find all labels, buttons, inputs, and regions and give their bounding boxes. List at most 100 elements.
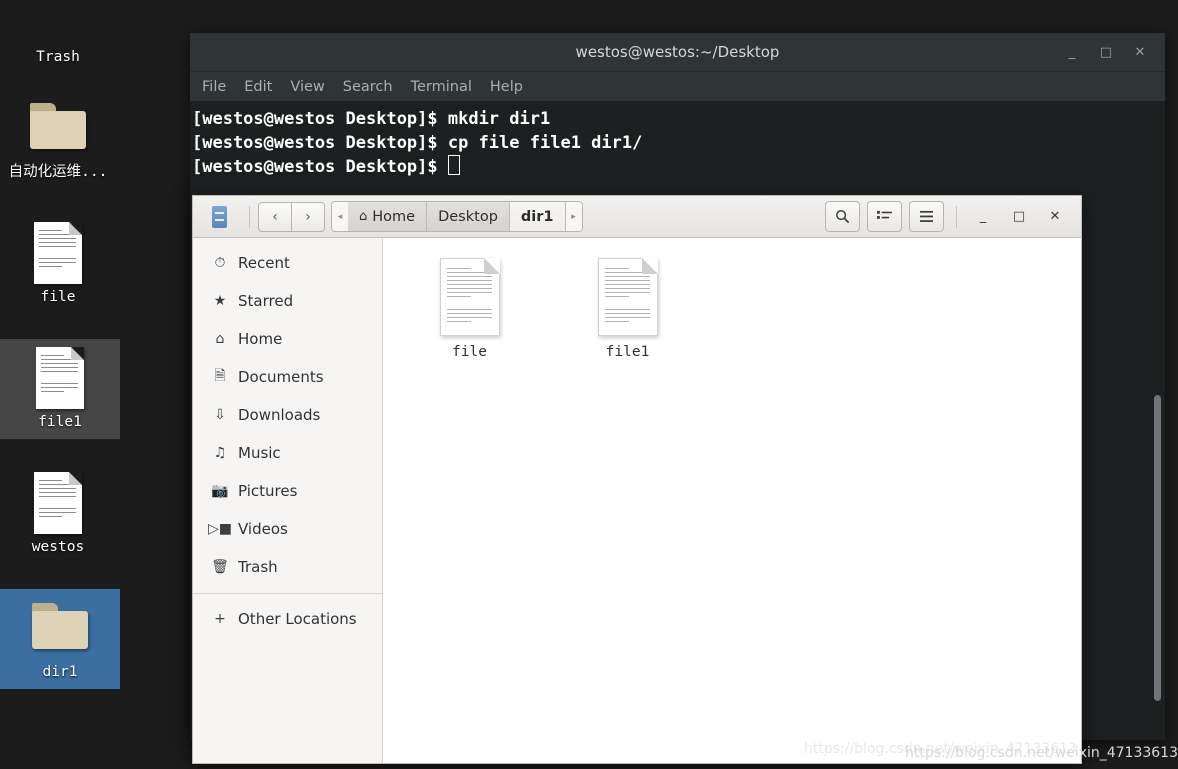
download-icon: ⇩ xyxy=(214,407,226,423)
document-icon xyxy=(0,220,118,286)
sidebar-item-label: Trash xyxy=(238,558,278,576)
sidebar-item-label: Music xyxy=(238,444,281,462)
document-icon: 🗎 xyxy=(214,368,226,384)
file-item-file1[interactable]: file1 xyxy=(575,252,680,360)
document-lines xyxy=(446,268,492,325)
desktop-icon-file1[interactable]: file1 xyxy=(0,339,120,439)
trash-icon: 🗑 xyxy=(211,559,229,575)
forward-button[interactable]: › xyxy=(291,201,325,232)
sidebar-item-other-locations[interactable]: + Other Locations xyxy=(193,600,382,638)
navigation-buttons: ‹ › xyxy=(258,201,325,232)
terminal-menubar[interactable]: File Edit View Search Terminal Help xyxy=(190,72,1165,102)
desktop-icon-dir1[interactable]: dir1 xyxy=(0,589,120,689)
file-manager-sidebar[interactable]: ⏱ Recent ★ Starred ⌂ Home 🗎 Documents ⇩ xyxy=(193,238,383,763)
fm-close-button[interactable]: ✕ xyxy=(1037,202,1073,232)
folder-icon xyxy=(0,95,118,161)
folder-icon xyxy=(0,595,120,661)
sidebar-item-starred[interactable]: ★ Starred xyxy=(193,282,382,320)
file-item-label: file1 xyxy=(605,344,650,360)
desktop-icon-label: file1 xyxy=(38,414,82,430)
menu-item-file[interactable]: File xyxy=(202,79,226,95)
watermark-overlay: https://blog.csdn.net/weixin_47133613 xyxy=(904,745,1178,761)
sidebar-item-pictures[interactable]: 📷 Pictures xyxy=(193,472,382,510)
terminal-close-button[interactable]: ✕ xyxy=(1123,33,1157,71)
file-manager-window[interactable]: ‹ › ◂ ⌂ Home Desktop dir1 ▸ _ □ ✕ ⏱ Rece… xyxy=(192,195,1082,764)
terminal-prompt-text: [westos@westos Desktop]$ xyxy=(192,157,448,177)
desktop-icon-file[interactable]: file xyxy=(0,214,118,306)
terminal-cursor xyxy=(447,155,460,175)
document-lines xyxy=(604,268,650,325)
list-view-icon[interactable] xyxy=(867,201,902,232)
screen-root: Trash 自动化运维... file file1 westos dir1 we… xyxy=(0,0,1178,769)
home-icon: ⌂ xyxy=(215,331,225,347)
header-separator xyxy=(249,205,250,228)
document-icon xyxy=(439,258,500,336)
clock-icon: ⏱ xyxy=(214,255,226,271)
sidebar-item-downloads[interactable]: ⇩ Downloads xyxy=(193,396,382,434)
file-item-label: file xyxy=(452,344,487,360)
files-cabinet-icon xyxy=(209,204,231,230)
terminal-titlebar[interactable]: westos@westos:~/Desktop _ □ ✕ xyxy=(190,33,1165,72)
star-icon: ★ xyxy=(213,293,227,309)
sidebar-item-label: Downloads xyxy=(238,406,321,424)
hamburger-icon[interactable] xyxy=(909,201,944,232)
home-icon: ⌂ xyxy=(359,209,368,224)
sidebar-item-label: Starred xyxy=(238,292,294,310)
breadcrumb-item-dir1[interactable]: dir1 xyxy=(509,202,566,231)
menu-item-view[interactable]: View xyxy=(290,79,324,95)
menu-item-search[interactable]: Search xyxy=(343,79,393,95)
breadcrumb-item-desktop[interactable]: Desktop xyxy=(427,202,510,231)
fm-maximize-button[interactable]: □ xyxy=(1001,202,1037,232)
trash-icon xyxy=(0,0,118,46)
sidebar-item-label: Documents xyxy=(238,368,324,386)
file-manager-headerbar[interactable]: ‹ › ◂ ⌂ Home Desktop dir1 ▸ _ □ ✕ xyxy=(193,196,1081,238)
header-right-controls: _ □ ✕ xyxy=(818,201,1073,232)
file-manager-content[interactable]: file file1 https://blog.csdn.net/weixin_… xyxy=(383,238,1081,763)
desktop-icon-westos[interactable]: westos xyxy=(0,464,118,556)
sidebar-item-music[interactable]: ♫ Music xyxy=(193,434,382,472)
menu-item-edit[interactable]: Edit xyxy=(244,79,272,95)
sidebar-item-label: Recent xyxy=(238,254,290,272)
terminal-title: westos@westos:~/Desktop xyxy=(575,43,780,61)
music-note-icon: ♫ xyxy=(213,445,227,461)
document-icon xyxy=(0,345,120,411)
desktop-icon-label: Trash xyxy=(36,49,80,65)
sidebar-item-recent[interactable]: ⏱ Recent xyxy=(193,244,382,282)
desktop-icon-label: file xyxy=(40,289,76,305)
video-icon: ▷■ xyxy=(208,521,232,537)
menu-item-help[interactable]: Help xyxy=(490,79,523,95)
sidebar-divider xyxy=(193,593,382,594)
file-manager-body: ⏱ Recent ★ Starred ⌂ Home 🗎 Documents ⇩ xyxy=(193,238,1081,763)
terminal-line: [westos@westos Desktop]$ cp file file1 d… xyxy=(192,133,643,153)
breadcrumb-scroll-right[interactable]: ▸ xyxy=(565,202,582,231)
breadcrumb-label: Home xyxy=(372,208,416,225)
desktop-icon-automation-folder[interactable]: 自动化运维... xyxy=(0,89,118,181)
sidebar-item-label: Home xyxy=(238,330,283,348)
desktop-icon-trash[interactable]: Trash xyxy=(0,0,118,66)
sidebar-item-label: Pictures xyxy=(238,482,298,500)
sidebar-item-trash[interactable]: 🗑 Trash xyxy=(193,548,382,586)
sidebar-item-label: Videos xyxy=(238,520,288,538)
camera-icon: 📷 xyxy=(211,483,229,499)
back-button[interactable]: ‹ xyxy=(258,201,291,232)
terminal-window-controls: _ □ ✕ xyxy=(1055,33,1157,71)
sidebar-item-videos[interactable]: ▷■ Videos xyxy=(193,510,382,548)
sidebar-item-home[interactable]: ⌂ Home xyxy=(193,320,382,358)
terminal-line-prompt: [westos@westos Desktop]$ xyxy=(192,155,1155,179)
sidebar-item-label: Other Locations xyxy=(238,610,357,628)
terminal-minimize-button[interactable]: _ xyxy=(1055,33,1089,71)
breadcrumb-item-home[interactable]: ⌂ Home xyxy=(348,202,428,231)
terminal-scrollbar[interactable] xyxy=(1154,395,1161,701)
desktop-icon-label: dir1 xyxy=(42,664,78,680)
sidebar-item-documents[interactable]: 🗎 Documents xyxy=(193,358,382,396)
breadcrumb-scroll-left[interactable]: ◂ xyxy=(332,202,348,231)
terminal-maximize-button[interactable]: □ xyxy=(1089,33,1123,71)
document-icon xyxy=(597,258,658,336)
plus-icon: + xyxy=(214,611,226,627)
menu-item-terminal[interactable]: Terminal xyxy=(411,79,472,95)
file-grid: file file1 xyxy=(417,252,1081,360)
search-icon[interactable] xyxy=(825,201,860,232)
file-item-file[interactable]: file xyxy=(417,252,522,360)
fm-minimize-button[interactable]: _ xyxy=(965,202,1001,232)
document-icon xyxy=(0,470,118,536)
